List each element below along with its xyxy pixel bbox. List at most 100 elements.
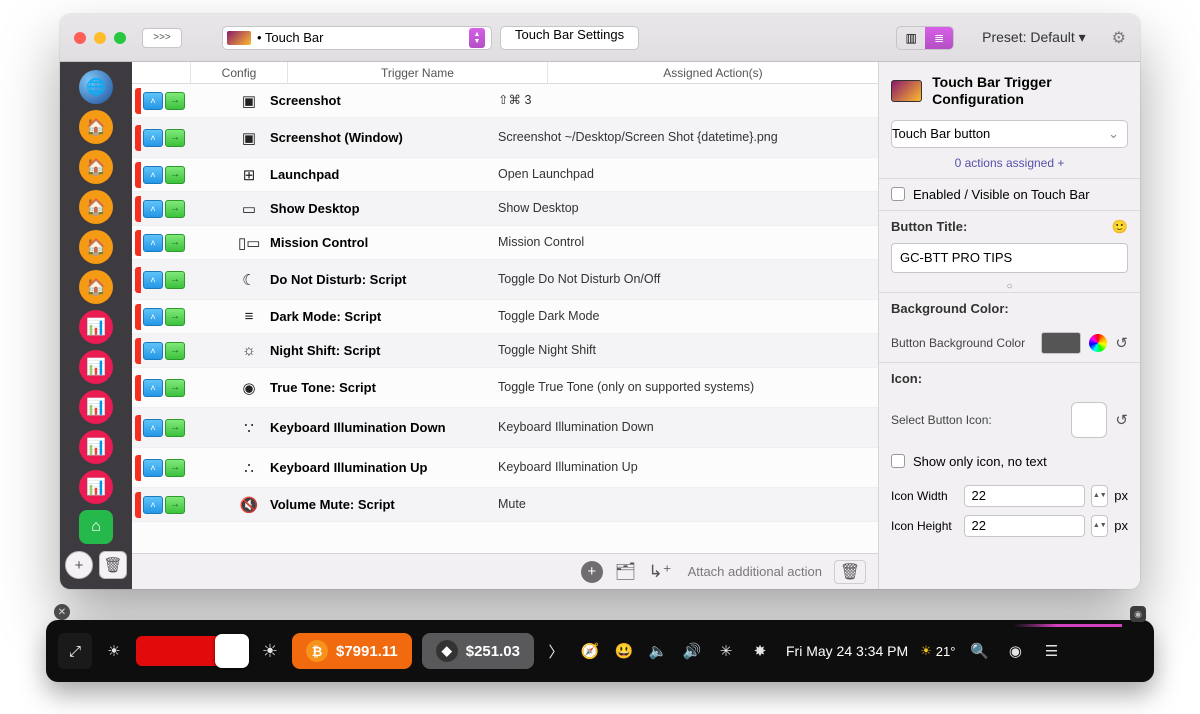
actions-assigned-link[interactable]: 0 actions assigned +: [879, 156, 1140, 170]
ethereum-price-button[interactable]: ◆ $251.03: [422, 633, 534, 669]
move-right-icon[interactable]: →: [165, 496, 185, 514]
sidebar-item-home[interactable]: 🏠: [79, 270, 113, 304]
move-up-icon[interactable]: ˄: [143, 419, 163, 437]
col-trigger[interactable]: Trigger Name: [288, 62, 548, 83]
delete-trigger-button[interactable]: 🗑: [834, 560, 866, 584]
move-up-icon[interactable]: ˄: [143, 271, 163, 289]
icon-height-stepper[interactable]: ▲▼: [1091, 515, 1108, 537]
enabled-indicator[interactable]: [135, 375, 141, 401]
enabled-indicator[interactable]: [135, 492, 141, 518]
enabled-indicator[interactable]: [135, 415, 141, 441]
button-title-field[interactable]: GC-BTT PRO TIPS: [891, 243, 1128, 273]
table-row[interactable]: ˄→▣Screenshot (Window)Screenshot ~/Deskt…: [132, 118, 878, 158]
move-up-icon[interactable]: ˄: [143, 379, 163, 397]
trigger-type-dropdown[interactable]: Touch Bar button ⌄: [891, 120, 1128, 148]
revert-icon[interactable]: ↺: [1115, 411, 1128, 429]
columns-layout-icon[interactable]: ▥: [897, 27, 925, 49]
clock-label[interactable]: Fri May 24 3:34 PM: [786, 643, 908, 659]
revert-icon[interactable]: ↺: [1115, 334, 1128, 352]
move-right-icon[interactable]: →: [165, 342, 185, 360]
move-right-icon[interactable]: →: [165, 234, 185, 252]
icon-width-stepper[interactable]: ▲▼: [1091, 485, 1108, 507]
sidebar-item-stats[interactable]: 📊: [79, 470, 113, 504]
move-right-icon[interactable]: →: [165, 166, 185, 184]
col-config[interactable]: Config: [190, 62, 288, 83]
move-up-icon[interactable]: ˄: [143, 166, 163, 184]
table-row[interactable]: ˄→≡Dark Mode: ScriptToggle Dark Mode: [132, 300, 878, 334]
move-right-icon[interactable]: →: [165, 92, 185, 110]
move-up-icon[interactable]: ˄: [143, 92, 163, 110]
view-mode-segmented[interactable]: ▥ ≣: [896, 26, 954, 50]
sidebar-item-home[interactable]: 🏠: [79, 150, 113, 184]
search-icon[interactable]: 🔍: [967, 642, 991, 660]
sidebar-item-all-apps[interactable]: 🌐: [79, 70, 113, 104]
enabled-indicator[interactable]: [135, 125, 141, 151]
add-trigger-button[interactable]: +: [581, 561, 603, 583]
minimize-icon[interactable]: [94, 32, 106, 44]
emoji-icon[interactable]: 😃: [612, 642, 636, 660]
delete-app-button[interactable]: 🗑: [99, 551, 127, 579]
brightness-slider[interactable]: [136, 636, 248, 666]
icon-well[interactable]: [1071, 402, 1107, 438]
enabled-indicator[interactable]: [135, 88, 141, 114]
move-right-icon[interactable]: →: [165, 459, 185, 477]
attach-action-label[interactable]: Attach additional action: [688, 564, 822, 579]
folder-add-icon[interactable]: 🗂: [615, 562, 637, 582]
bitcoin-price-button[interactable]: ₿ $7991.11: [292, 633, 412, 669]
touchbar-dropdown[interactable]: • Touch Bar ▲▼: [222, 26, 492, 50]
col-actions[interactable]: Assigned Action(s): [548, 62, 878, 83]
table-row[interactable]: ˄→⊞LaunchpadOpen Launchpad: [132, 158, 878, 192]
sidebar-item-stats[interactable]: 📊: [79, 310, 113, 344]
weather-button[interactable]: ☀ 21°: [920, 643, 955, 659]
close-icon[interactable]: [74, 32, 86, 44]
move-up-icon[interactable]: ˄: [143, 496, 163, 514]
move-right-icon[interactable]: →: [165, 419, 185, 437]
sidebar-item-app[interactable]: ⌂: [79, 510, 113, 544]
enabled-indicator[interactable]: [135, 455, 141, 481]
move-up-icon[interactable]: ˄: [143, 234, 163, 252]
gear-icon[interactable]: ⚙: [1112, 28, 1126, 48]
list-layout-icon[interactable]: ≣: [925, 27, 953, 49]
sidebar-item-home[interactable]: 🏠: [79, 110, 113, 144]
move-right-icon[interactable]: →: [165, 379, 185, 397]
enabled-indicator[interactable]: [135, 196, 141, 222]
screenshot-icon[interactable]: ◉: [1130, 606, 1146, 622]
expand-button[interactable]: ⤢: [58, 633, 92, 669]
show-only-icon-checkbox[interactable]: [891, 454, 905, 468]
move-up-icon[interactable]: ˄: [143, 129, 163, 147]
table-row[interactable]: ˄→☾Do Not Disturb: ScriptToggle Do Not D…: [132, 260, 878, 300]
brightness-up-icon[interactable]: ☀: [258, 641, 282, 662]
volume-down-icon[interactable]: 🔈: [646, 642, 670, 660]
compass-icon[interactable]: 🧭: [578, 642, 602, 660]
move-right-icon[interactable]: →: [165, 308, 185, 326]
sidebar-item-stats[interactable]: 📊: [79, 350, 113, 384]
enabled-indicator[interactable]: [135, 230, 141, 256]
zoom-icon[interactable]: [114, 32, 126, 44]
move-right-icon[interactable]: →: [165, 200, 185, 218]
slider-knob[interactable]: [215, 634, 249, 668]
add-app-button[interactable]: +: [65, 551, 93, 579]
move-right-icon[interactable]: →: [165, 129, 185, 147]
brightness-high-icon[interactable]: ✸: [748, 642, 772, 660]
move-up-icon[interactable]: ˄: [143, 200, 163, 218]
table-row[interactable]: ˄→▭Show DesktopShow Desktop: [132, 192, 878, 226]
sidebar-item-home[interactable]: 🏠: [79, 230, 113, 264]
icon-width-field[interactable]: 22: [964, 485, 1085, 507]
color-wheel-icon[interactable]: [1089, 334, 1107, 352]
smiley-icon[interactable]: 🙂: [1112, 219, 1128, 235]
enabled-indicator[interactable]: [135, 338, 141, 364]
move-up-icon[interactable]: ˄: [143, 342, 163, 360]
move-up-icon[interactable]: ˄: [143, 308, 163, 326]
attach-action-icon[interactable]: ↳⁺: [648, 562, 671, 582]
table-row[interactable]: ˄→▣Screenshot⇧⌘ 3: [132, 84, 878, 118]
table-row[interactable]: ˄→▯▭Mission ControlMission Control: [132, 226, 878, 260]
enabled-indicator[interactable]: [135, 304, 141, 330]
enabled-indicator[interactable]: [135, 162, 141, 188]
siri-icon[interactable]: ◉: [1003, 642, 1027, 660]
chevron-right-icon[interactable]: 〉: [544, 641, 568, 662]
move-right-icon[interactable]: →: [165, 271, 185, 289]
sidebar-item-stats[interactable]: 📊: [79, 390, 113, 424]
table-row[interactable]: ˄→∴Keyboard Illumination UpKeyboard Illu…: [132, 448, 878, 488]
brightness-low-icon[interactable]: ✳︎: [714, 642, 738, 660]
sidebar-item-stats[interactable]: 📊: [79, 430, 113, 464]
